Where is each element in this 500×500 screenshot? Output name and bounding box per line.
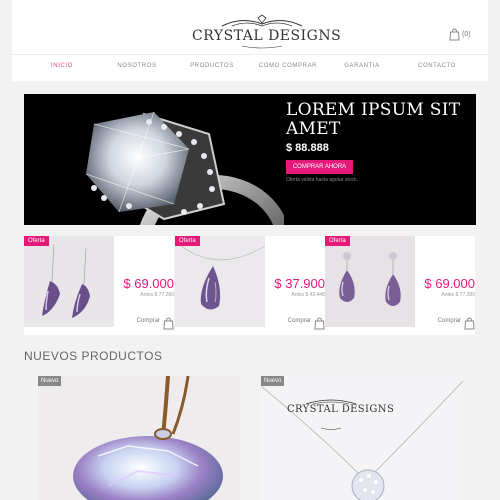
main-nav: INICIO NOSOTROS PRODUCTOS COMO COMPRAR G… [12,54,488,78]
offer-badge: Oferta [325,236,350,246]
buy-label: Comprar [437,318,461,324]
offer-image[interactable] [325,236,415,327]
hero-note: Oferta válida hasta agotar stock. [286,177,358,183]
offer-badge: Oferta [24,236,49,246]
hero-title: LOREM IPSUM SIT AMET [286,100,461,139]
product-card[interactable]: CRYSTAL DESIGNS Nuevo [261,376,463,500]
logo-text: CRYSTAL DESIGNS [192,28,342,44]
offer-before-price: Antes $ 77.280 [140,292,174,298]
offer-price: $ 37.900 [274,276,325,291]
offer-card[interactable]: Oferta $ 69.000 Antes $ 77.280 Comprar [24,236,174,335]
offer-image[interactable] [24,236,114,327]
nav-item-productos[interactable]: PRODUCTOS [190,63,234,69]
offer-before-price: Antes $ 77.280 [441,292,475,298]
offer-image[interactable] [175,236,265,327]
shopping-bag-icon [449,28,460,41]
offer-price: $ 69.000 [123,276,174,291]
logo[interactable]: CRYSTAL DESIGNS [192,14,342,50]
new-badge: Nuevo [38,376,62,386]
pendant-image [175,236,265,327]
buy-link[interactable]: Comprar [136,317,174,331]
crystal-pendant-image [38,376,240,500]
new-badge: Nuevo [261,376,285,386]
shopping-bag-icon [163,317,174,330]
hero-ring-image [85,111,284,225]
offer-card[interactable]: Oferta $ 69.000 Antes $ 77.280 Comprar [325,236,475,335]
cart-count: (0) [462,31,471,38]
buy-label: Comprar [287,318,311,324]
nav-item-garantia[interactable]: GARANTIA [344,63,379,69]
product-card[interactable]: Nuevo [38,376,240,500]
watermark-logo-text: CRYSTAL DESIGNS [287,404,395,415]
offer-badge: Oferta [175,236,200,246]
shopping-bag-icon [464,317,475,330]
offer-card[interactable]: Oferta $ 37.900 Antes $ 42.448 Comprar [175,236,325,335]
buy-link[interactable]: Comprar [287,317,325,331]
nav-item-inicio[interactable]: INICIO [51,63,73,69]
offer-before-price: Antes $ 42.448 [291,292,325,298]
earrings-image [24,236,114,327]
nav-item-nosotros[interactable]: NOSOTROS [117,63,156,69]
nav-item-contacto[interactable]: CONTACTO [418,63,456,69]
site-header: CRYSTAL DESIGNS (0) INICIO NOSOTROS PROD… [12,0,488,81]
necklace-image [261,376,463,500]
nav-item-como-comprar[interactable]: COMO COMPRAR [259,63,317,69]
hero-banner: LOREM IPSUM SIT AMET $ 88.888 COMPRAR AH… [24,94,476,225]
earrings-image [325,236,415,327]
buy-link[interactable]: Comprar [437,317,475,331]
buy-now-button[interactable]: COMPRAR AHORA [286,160,353,174]
buy-label: Comprar [136,318,160,324]
hero-price: $ 88.888 [286,142,329,154]
shopping-bag-icon [314,317,325,330]
offer-price: $ 69.000 [424,276,475,291]
section-title: NUEVOS PRODUCTOS [24,349,163,363]
